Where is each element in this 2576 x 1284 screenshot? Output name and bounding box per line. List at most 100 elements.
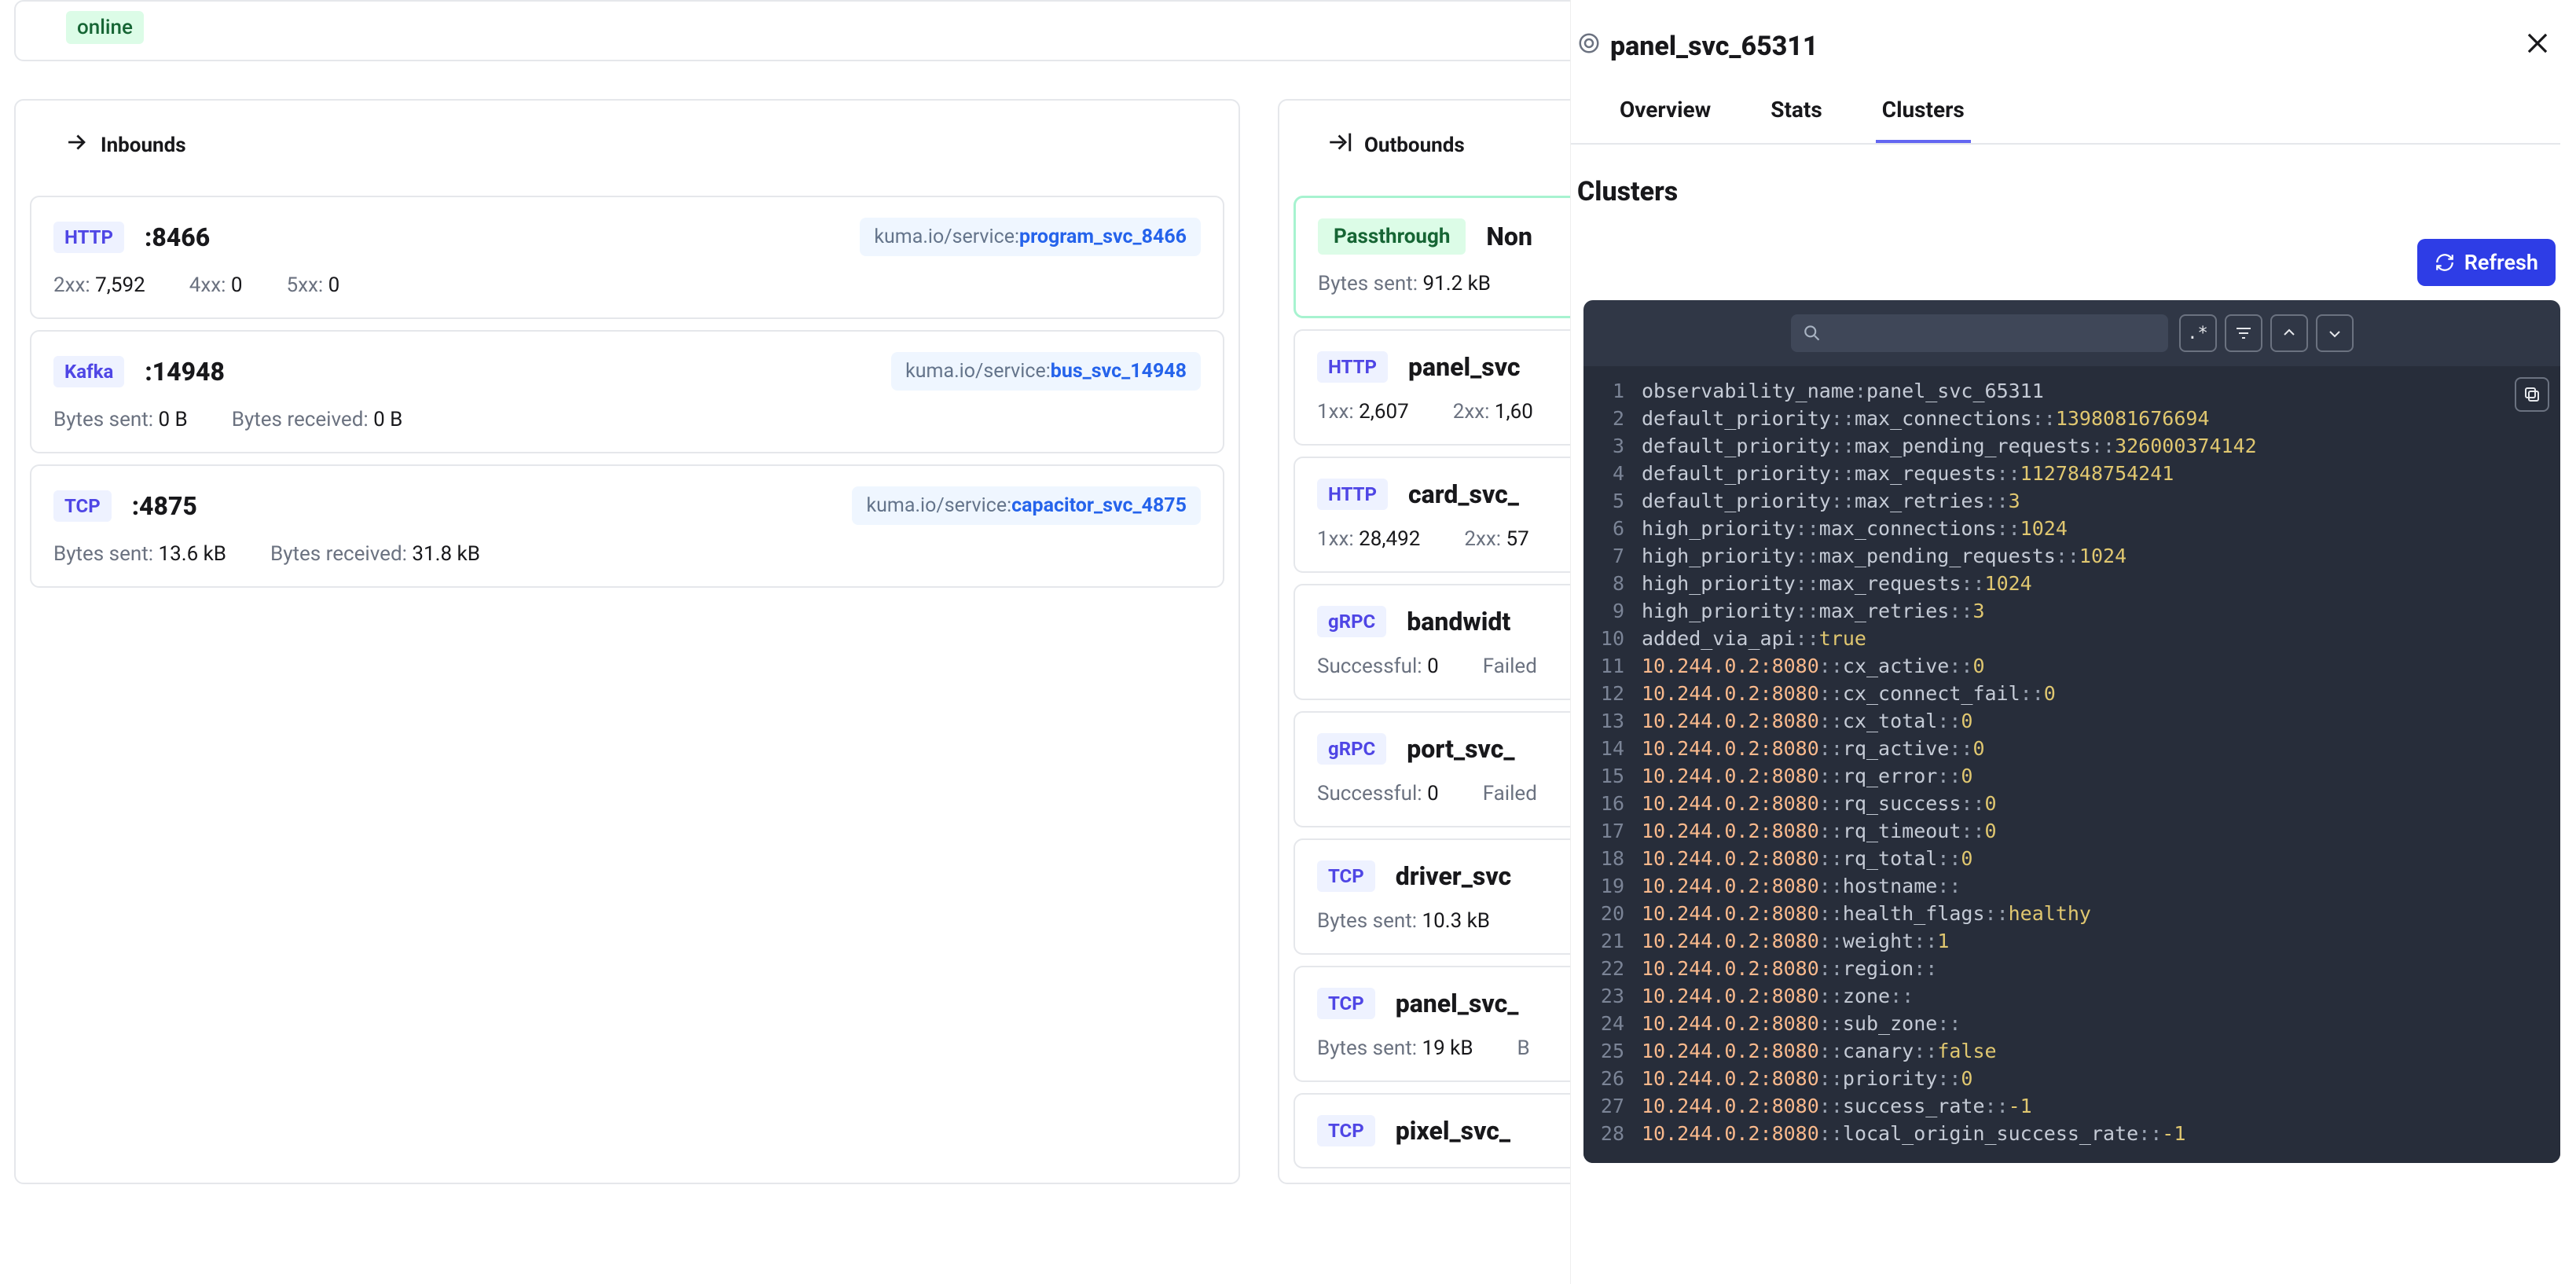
line-number: 26 (1583, 1065, 1627, 1092)
nav-down-button[interactable] (2316, 314, 2354, 352)
protocol-chip: TCP (1317, 1115, 1375, 1146)
card-title: card_svc_ (1408, 479, 1519, 509)
line-number: 2 (1583, 405, 1627, 432)
detail-slideover: panel_svc_65311 OverviewStatsClusters Cl… (1570, 0, 2576, 1284)
protocol-chip: gRPC (1317, 606, 1386, 637)
copy-button[interactable] (2515, 377, 2549, 412)
line-number: 21 (1583, 927, 1627, 955)
service-label[interactable]: kuma.io/service:bus_svc_14948 (891, 352, 1201, 391)
code-line: high_priority::max_requests::1024 (1642, 570, 2560, 597)
line-number: 27 (1583, 1092, 1627, 1120)
target-icon (1577, 31, 1601, 61)
protocol-chip: TCP (1317, 988, 1375, 1019)
protocol-chip: TCP (1317, 860, 1375, 892)
code-line: 10.244.0.2:8080::health_flags::healthy (1642, 900, 2560, 927)
card-title: bandwidt (1407, 607, 1510, 636)
code-line: high_priority::max_pending_requests::102… (1642, 542, 2560, 570)
code-line: 10.244.0.2:8080::weight::1 (1642, 927, 2560, 955)
line-number: 18 (1583, 845, 1627, 872)
protocol-chip: HTTP (1317, 351, 1388, 383)
code-line: 10.244.0.2:8080::priority::0 (1642, 1065, 2560, 1092)
service-label[interactable]: kuma.io/service:capacitor_svc_4875 (852, 486, 1201, 525)
line-number: 13 (1583, 707, 1627, 735)
refresh-label: Refresh (2464, 250, 2538, 275)
nav-up-button[interactable] (2270, 314, 2308, 352)
code-line: default_priority::max_connections::13980… (1642, 405, 2560, 432)
card-stats: Bytes sent: 0 BBytes received: 0 B (53, 408, 1201, 431)
code-line: 10.244.0.2:8080::rq_total::0 (1642, 845, 2560, 872)
code-line: 10.244.0.2:8080::zone:: (1642, 982, 2560, 1010)
code-line: default_priority::max_requests::11278487… (1642, 460, 2560, 487)
code-line: high_priority::max_connections::1024 (1642, 515, 2560, 542)
code-line: 10.244.0.2:8080::cx_connect_fail::0 (1642, 680, 2560, 707)
close-button[interactable] (2523, 28, 2552, 64)
tab-stats[interactable]: Stats (1764, 79, 1829, 143)
code-line: 10.244.0.2:8080::sub_zone:: (1642, 1010, 2560, 1037)
card-title: Non (1486, 222, 1532, 251)
service-label[interactable]: kuma.io/service:program_svc_8466 (860, 218, 1201, 256)
code-line: high_priority::max_retries::3 (1642, 597, 2560, 625)
inbounds-column: Inbounds HTTP :8466 kuma.io/service:prog… (14, 99, 1240, 1184)
code-line: 10.244.0.2:8080::cx_active::0 (1642, 652, 2560, 680)
line-number: 9 (1583, 597, 1627, 625)
code-line: 10.244.0.2:8080::rq_active::0 (1642, 735, 2560, 762)
code-line: 10.244.0.2:8080::local_origin_success_ra… (1642, 1120, 2560, 1147)
line-number: 12 (1583, 680, 1627, 707)
card-title: panel_svc (1408, 352, 1521, 382)
line-number: 16 (1583, 790, 1627, 817)
card-stats: Bytes sent: 13.6 kBBytes received: 31.8 … (53, 542, 1201, 566)
code-block: .* 1observability_name:panel_svc_65 (1583, 300, 2560, 1163)
line-number: 8 (1583, 570, 1627, 597)
protocol-chip: gRPC (1317, 733, 1386, 765)
line-number: 28 (1583, 1120, 1627, 1147)
card-title: driver_svc (1396, 861, 1511, 891)
arrow-out-icon (1327, 129, 1353, 161)
protocol-chip: TCP (53, 490, 112, 522)
code-search-input[interactable] (1829, 322, 2156, 345)
code-line: default_priority::max_pending_requests::… (1642, 432, 2560, 460)
slideover-heading: Clusters (1577, 176, 2560, 207)
code-line: 10.244.0.2:8080::region:: (1642, 955, 2560, 982)
code-line: 10.244.0.2:8080::rq_success::0 (1642, 790, 2560, 817)
line-number: 17 (1583, 817, 1627, 845)
card-title: pixel_svc_ (1396, 1116, 1510, 1146)
card-title: :8466 (145, 222, 210, 252)
code-search[interactable] (1791, 314, 2168, 352)
line-number: 5 (1583, 487, 1627, 515)
inbound-card[interactable]: HTTP :8466 kuma.io/service:program_svc_8… (30, 196, 1224, 319)
filter-button[interactable] (2225, 314, 2262, 352)
status-badge: online (66, 11, 144, 44)
code-line: 10.244.0.2:8080::success_rate::-1 (1642, 1092, 2560, 1120)
code-line: default_priority::max_retries::3 (1642, 487, 2560, 515)
line-number: 1 (1583, 377, 1627, 405)
line-number: 10 (1583, 625, 1627, 652)
card-title: port_svc_ (1407, 734, 1514, 764)
inbounds-title: Inbounds (101, 134, 186, 157)
line-number: 14 (1583, 735, 1627, 762)
inbound-card[interactable]: TCP :4875 kuma.io/service:capacitor_svc_… (30, 464, 1224, 588)
protocol-chip: HTTP (53, 222, 124, 253)
search-icon (1802, 322, 1822, 344)
protocol-chip: HTTP (1317, 479, 1388, 510)
line-number: 11 (1583, 652, 1627, 680)
line-number: 23 (1583, 982, 1627, 1010)
inbounds-header: Inbounds (16, 101, 1238, 196)
code-line: 10.244.0.2:8080::hostname:: (1642, 872, 2560, 900)
inbound-card[interactable]: Kafka :14948 kuma.io/service:bus_svc_149… (30, 330, 1224, 453)
code-line: added_via_api::true (1642, 625, 2560, 652)
tab-overview[interactable]: Overview (1613, 79, 1717, 143)
card-title: :4875 (132, 491, 197, 521)
line-number: 3 (1583, 432, 1627, 460)
regex-toggle[interactable]: .* (2179, 314, 2217, 352)
code-line: observability_name:panel_svc_65311 (1642, 377, 2560, 405)
arrow-right-icon (63, 129, 90, 161)
card-stats: 2xx: 7,5924xx: 05xx: 0 (53, 273, 1201, 297)
code-line: 10.244.0.2:8080::rq_timeout::0 (1642, 817, 2560, 845)
refresh-button[interactable]: Refresh (2417, 239, 2556, 286)
line-number: 24 (1583, 1010, 1627, 1037)
code-line: 10.244.0.2:8080::canary::false (1642, 1037, 2560, 1065)
tab-clusters[interactable]: Clusters (1876, 79, 1971, 143)
card-title: panel_svc_ (1396, 989, 1519, 1018)
code-line: 10.244.0.2:8080::rq_error::0 (1642, 762, 2560, 790)
line-number: 4 (1583, 460, 1627, 487)
